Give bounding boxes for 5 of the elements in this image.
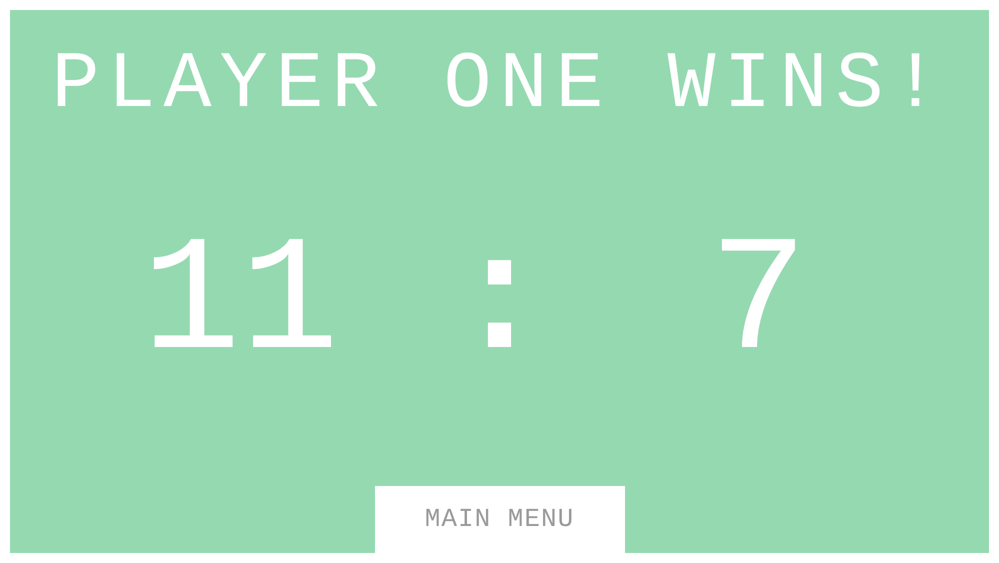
player-two-score: 7 <box>708 222 809 386</box>
winner-title: PLAYER ONE WINS! <box>51 46 948 126</box>
main-menu-button[interactable]: MAIN MENU <box>374 486 624 553</box>
score-separator: : <box>449 222 550 386</box>
player-one-score: 11 <box>141 222 340 386</box>
